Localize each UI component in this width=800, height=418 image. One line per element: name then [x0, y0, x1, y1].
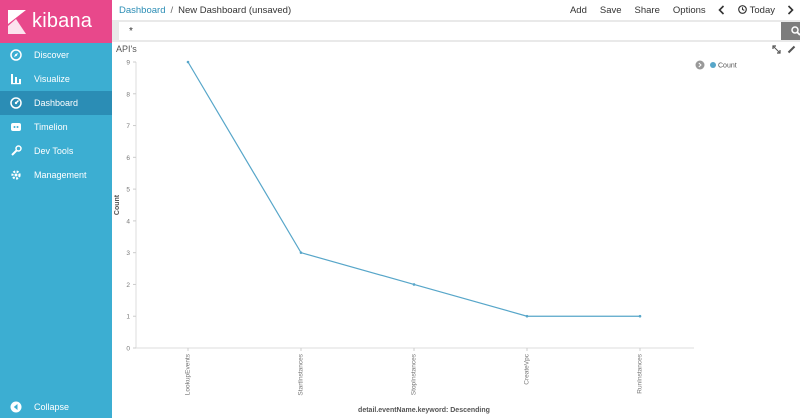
- sidebar-item-label: Dev Tools: [34, 146, 74, 156]
- pencil-icon: [787, 45, 796, 54]
- collapse-label: Collapse: [34, 402, 70, 412]
- y-tick-label: 7: [126, 123, 130, 130]
- collapse-left-icon: [10, 401, 22, 413]
- x-tick-label: LookupEvents: [185, 353, 192, 395]
- save-button[interactable]: Save: [600, 5, 622, 16]
- y-tick-label: 5: [126, 187, 130, 194]
- sidebar-item-label: Timelion: [34, 122, 68, 132]
- x-tick-label: CreateVpc: [524, 353, 531, 384]
- y-tick-label: 9: [126, 60, 130, 67]
- share-button[interactable]: Share: [635, 5, 660, 16]
- x-tick-label: StopInstances: [411, 353, 418, 395]
- top-menu: Add Save Share Options Today: [557, 5, 800, 16]
- add-button[interactable]: Add: [570, 5, 587, 16]
- bar-chart-icon: [10, 73, 22, 85]
- logo-text: kibana: [32, 10, 93, 32]
- time-back-button[interactable]: [718, 5, 725, 15]
- sidebar-item-dashboard[interactable]: Dashboard: [0, 91, 112, 115]
- y-tick-label: 2: [126, 282, 130, 289]
- breadcrumb: Dashboard / New Dashboard (unsaved): [112, 5, 291, 16]
- gear-icon: [10, 169, 22, 181]
- timelion-icon: [10, 121, 22, 133]
- clock-icon: [737, 4, 747, 14]
- sidebar-item-management[interactable]: Management: [0, 163, 112, 187]
- x-tick-label: RunInstances: [637, 353, 644, 393]
- sidebar-item-timelion[interactable]: Timelion: [0, 115, 112, 139]
- sidebar-item-label: Dashboard: [34, 98, 79, 108]
- sidebar-item-dev-tools[interactable]: Dev Tools: [0, 139, 112, 163]
- wrench-icon: [10, 145, 22, 157]
- y-tick-label: 8: [126, 91, 130, 98]
- expand-icon: [772, 45, 781, 54]
- time-label: Today: [749, 4, 775, 16]
- time-picker-button[interactable]: Today: [737, 4, 775, 16]
- top-nav: Dashboard / New Dashboard (unsaved) Add …: [112, 0, 800, 20]
- chevron-left-icon: [718, 5, 724, 15]
- legend-item-count[interactable]: Count: [718, 63, 737, 70]
- panel-title: API's: [116, 44, 137, 54]
- search-input[interactable]: [119, 22, 781, 40]
- edit-panel-button[interactable]: [787, 45, 796, 54]
- breadcrumb-separator: /: [170, 4, 174, 16]
- sidebar-item-discover[interactable]: Discover: [0, 43, 112, 67]
- data-point[interactable]: [299, 251, 303, 254]
- breadcrumb-current: New Dashboard (unsaved): [178, 4, 292, 16]
- compass-icon: [10, 49, 22, 61]
- search-bar: [112, 20, 800, 42]
- sidebar: kibana Discover Visualize Dashboard Time…: [0, 0, 112, 418]
- y-tick-label: 4: [126, 218, 130, 225]
- sidebar-nav: Discover Visualize Dashboard Timelion De…: [0, 43, 112, 187]
- time-forward-button[interactable]: [787, 5, 794, 15]
- y-tick-label: 0: [126, 346, 130, 353]
- sidebar-item-label: Discover: [34, 50, 70, 60]
- visualization-panel: 0 1 2 3 4 5 6 7 8 9 Count LookupEvents StartInstance…: [112, 42, 800, 418]
- kibana-logo-icon: [8, 9, 26, 34]
- kibana-logo[interactable]: kibana: [0, 0, 112, 43]
- dashboard-icon: [10, 97, 22, 109]
- expand-panel-button[interactable]: [772, 45, 781, 54]
- legend-swatch: [710, 62, 716, 68]
- panel-tools: [766, 45, 796, 54]
- x-axis-label: detail.eventName.keyword: Descending: [358, 407, 490, 414]
- data-point[interactable]: [186, 60, 190, 64]
- line-chart: 0 1 2 3 4 5 6 7 8 9 Count LookupEvents StartInstance…: [114, 60, 737, 415]
- sidebar-item-label: Management: [34, 170, 87, 180]
- options-button[interactable]: Options: [673, 5, 706, 16]
- data-point[interactable]: [638, 314, 642, 318]
- sidebar-item-visualize[interactable]: Visualize: [0, 67, 112, 91]
- search-icon: [790, 26, 800, 36]
- collapse-button[interactable]: Collapse: [0, 396, 112, 418]
- breadcrumb-dashboard-link[interactable]: Dashboard: [119, 5, 165, 16]
- y-tick-label: 3: [126, 250, 130, 257]
- x-tick-label: StartInstances: [298, 353, 305, 395]
- legend-toggle-icon[interactable]: [695, 60, 705, 70]
- chevron-right-icon: [787, 5, 794, 15]
- search-button[interactable]: [781, 22, 800, 40]
- y-tick-label: 6: [126, 155, 130, 162]
- series-line: [187, 61, 640, 317]
- y-axis-label: Count: [114, 194, 121, 215]
- data-point[interactable]: [525, 314, 529, 318]
- data-point[interactable]: [412, 283, 416, 286]
- sidebar-item-label: Visualize: [34, 74, 70, 84]
- app: kibana Discover Visualize Dashboard Time…: [0, 0, 800, 418]
- y-tick-label: 1: [126, 314, 130, 321]
